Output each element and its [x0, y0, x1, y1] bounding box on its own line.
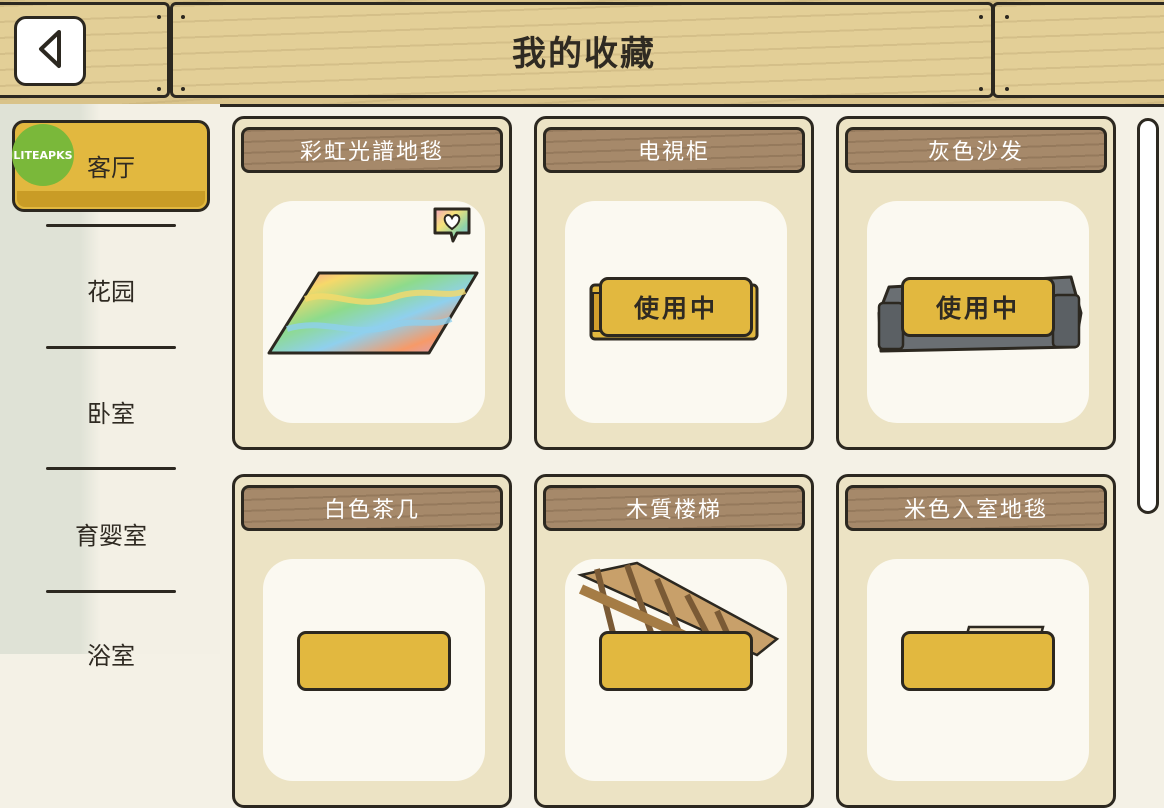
in-use-badge — [599, 631, 753, 691]
scrollbar[interactable] — [1137, 118, 1159, 514]
in-use-badge: 使用中 — [901, 277, 1055, 337]
card-label: 灰色沙发 — [845, 127, 1107, 173]
item-card-wooden-stairs[interactable]: 木質楼梯 — [534, 474, 814, 808]
sidebar-divider — [46, 467, 176, 470]
in-use-badge: 使用中 — [599, 277, 753, 337]
item-card-beige-entry-rug[interactable]: 米色入室地毯 — [836, 474, 1116, 808]
back-button[interactable] — [14, 16, 86, 86]
watermark-badge: LITEAPKS — [12, 124, 74, 186]
back-arrow-icon — [33, 28, 67, 74]
sidebar-item-bedroom[interactable]: 卧室 — [12, 394, 210, 429]
sidebar-divider — [46, 346, 176, 349]
item-card-tv-cabinet[interactable]: 电視柜 使用中 — [534, 116, 814, 450]
page-title: 我的收藏 — [512, 33, 656, 74]
card-label: 白色茶几 — [241, 485, 503, 531]
sidebar-item-garden[interactable]: 花园 — [12, 272, 210, 307]
card-label: 电視柜 — [543, 127, 805, 173]
in-use-badge — [297, 631, 451, 691]
card-label: 彩虹光譜地毯 — [241, 127, 503, 173]
heart-bubble-icon[interactable] — [431, 205, 473, 249]
item-card-white-coffee-table[interactable]: 白色茶几 — [232, 474, 512, 808]
header-plank-right — [992, 2, 1164, 98]
header-bar: 我的收藏 — [0, 0, 1164, 107]
sidebar-divider — [46, 224, 176, 227]
sidebar-item-nursery[interactable]: 育婴室 — [12, 516, 210, 551]
card-label: 米色入室地毯 — [845, 485, 1107, 531]
rainbow-rug-image — [265, 269, 481, 363]
sidebar-divider — [46, 590, 176, 593]
card-label: 木質楼梯 — [543, 485, 805, 531]
in-use-badge — [901, 631, 1055, 691]
item-card-rainbow-rug[interactable]: 彩虹光譜地毯 — [232, 116, 512, 450]
item-card-gray-sofa[interactable]: 灰色沙发 使用中 — [836, 116, 1116, 450]
